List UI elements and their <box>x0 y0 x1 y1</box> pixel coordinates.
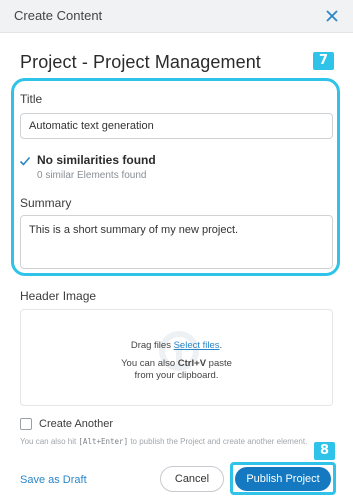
title-label: Title <box>20 92 43 106</box>
create-another-label[interactable]: Create Another <box>39 418 113 430</box>
create-another-checkbox[interactable] <box>20 418 32 430</box>
close-icon[interactable] <box>321 5 343 27</box>
step-badge-8: 8 <box>314 442 335 460</box>
shortcut-hint: You can also hit [Alt+Enter] to publish … <box>20 437 308 446</box>
check-icon <box>19 154 31 166</box>
similarity-status: No similarities found <box>37 153 156 167</box>
step-badge-7: 7 <box>313 52 334 70</box>
drag-instructions: Drag files Select files. <box>130 340 223 351</box>
paste-instructions: You can also Ctrl+V paste from your clip… <box>121 358 232 381</box>
page-title: Project - Project Management <box>20 52 261 72</box>
paste-shortcut: Ctrl+V <box>177 358 207 369</box>
dialog-title: Create Content <box>14 8 103 23</box>
summary-label: Summary <box>20 196 72 210</box>
cancel-button[interactable]: Cancel <box>160 466 224 492</box>
select-files-link[interactable]: Select files <box>174 340 220 351</box>
file-dropzone[interactable]: Drag files Select files. You can also Ct… <box>20 309 333 406</box>
hint-shortcut: [Alt+Enter] <box>78 437 129 446</box>
dialog-header: Create Content <box>0 0 353 33</box>
save-draft-link[interactable]: Save as Draft <box>20 474 87 486</box>
similarity-count: 0 similar Elements found <box>37 170 147 181</box>
summary-textarea[interactable]: This is a short summary of my new projec… <box>20 215 333 269</box>
publish-project-button[interactable]: Publish Project <box>235 467 331 491</box>
header-image-label: Header Image <box>20 289 97 303</box>
title-input[interactable]: Automatic text generation <box>20 113 333 139</box>
